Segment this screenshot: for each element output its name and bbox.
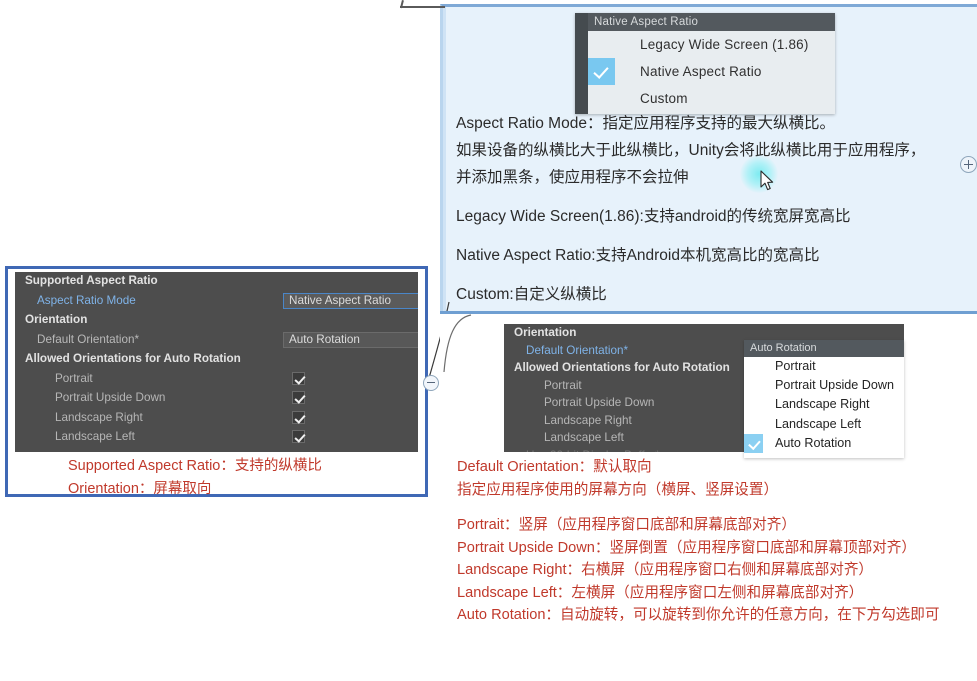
note-line: Landscape Left：左横屏（应用程序窗口左侧和屏幕底部对齐） xyxy=(457,584,864,601)
plus-circle-icon[interactable] xyxy=(960,156,977,173)
note-line: 如果设备的纵横比大于此纵横比，Unity会将此纵横比用于应用程序， xyxy=(456,142,926,159)
dropdown-item[interactable]: Portrait xyxy=(744,357,904,376)
dropdown-item-label: Auto Rotation xyxy=(775,435,852,450)
row-label: Use 32-bit Display Buffer* xyxy=(526,449,660,453)
row-label: Portrait xyxy=(55,371,93,385)
row-label: Allowed Orientations for Auto Rotation xyxy=(25,352,241,365)
row-label: Landscape Right xyxy=(544,413,632,427)
dropdown-item-label: Landscape Left xyxy=(775,416,862,431)
note-line: Custom:自定义纵横比 xyxy=(456,286,607,303)
inspector-row-supported-aspect-ratio: Supported Aspect Ratio xyxy=(15,272,418,292)
dropdown-item-label: Portrait xyxy=(775,359,816,373)
dropdown-item[interactable]: Legacy Wide Screen (1.86) xyxy=(588,31,835,58)
inspector-row-portrait[interactable]: Portrait xyxy=(15,370,418,390)
inspector-row-allowed-orientations: Allowed Orientations for Auto Rotation xyxy=(15,350,418,370)
window-chrome-line xyxy=(400,6,445,8)
inspector-row-portrait-upside-down[interactable]: Portrait Upside Down xyxy=(15,389,418,409)
row-label: Landscape Left xyxy=(55,430,135,443)
minus-circle-icon[interactable] xyxy=(423,375,439,391)
row-label: Landscape Right xyxy=(55,410,143,424)
dropdown-list[interactable]: Legacy Wide Screen (1.86) Native Aspect … xyxy=(588,31,835,114)
note-line: Portrait Upside Down：竖屏倒置（应用程序窗口底部和屏幕顶部对… xyxy=(457,539,916,556)
checkmark-icon xyxy=(588,58,615,85)
aspect-ratio-mode-dropdown[interactable]: Native Aspect Ratio Legacy Wide Screen (… xyxy=(575,13,835,114)
inspector-row-orientation: Orientation xyxy=(15,311,418,331)
dropdown-item[interactable]: Portrait Upside Down xyxy=(744,376,904,395)
note-line: Supported Aspect Ratio：支持的纵横比 xyxy=(68,458,322,474)
row-label: Orientation xyxy=(514,326,577,339)
row-label: Supported Aspect Ratio xyxy=(25,274,158,287)
note-spacer xyxy=(456,191,956,203)
row-label: Default Orientation* xyxy=(526,343,628,357)
panel-corner-curve xyxy=(443,314,472,373)
note-line: Portrait：竖屏（应用程序窗口底部和屏幕底部对齐） xyxy=(457,517,796,533)
note-line: Aspect Ratio Mode：指定应用程序支持的最大纵横比。 xyxy=(456,115,835,132)
note-spacer xyxy=(456,230,956,242)
portrait-checkbox[interactable] xyxy=(292,371,305,385)
panel-inner-edge xyxy=(443,7,446,311)
checkmark-icon xyxy=(744,433,764,453)
note-line: Native Aspect Ratio:支持Android本机宽高比的宽高比 xyxy=(456,247,820,264)
inspector-row-orientation: Orientation xyxy=(504,324,904,342)
dropdown-item-label: Custom xyxy=(640,91,688,106)
note-line: Landscape Right：右横屏（应用程序窗口右侧和屏幕底部对齐） xyxy=(457,562,874,578)
dropdown-item-label: Portrait Upside Down xyxy=(775,378,894,393)
landscape-left-checkbox[interactable] xyxy=(292,430,305,443)
aspect-ratio-mode-field[interactable]: Native Aspect Ratio xyxy=(283,292,418,309)
inspector-row-default-orientation[interactable]: Default Orientation* Auto Rotation xyxy=(15,331,418,351)
dropdown-title: Auto Rotation xyxy=(744,340,904,357)
row-label: Portrait Upside Down xyxy=(544,396,655,409)
dropdown-list[interactable]: Portrait Portrait Upside Down Landscape … xyxy=(744,357,904,458)
row-label: Portrait xyxy=(544,378,582,392)
row-label: Portrait Upside Down xyxy=(55,391,166,404)
row-label: Default Orientation* xyxy=(37,332,139,346)
left-annotation-text: Supported Aspect Ratio：支持的纵横比 Orientatio… xyxy=(68,455,322,501)
row-label: Landscape Left xyxy=(544,431,624,444)
dropdown-item-label: Native Aspect Ratio xyxy=(640,64,762,79)
default-orientation-field[interactable]: Auto Rotation xyxy=(283,331,418,348)
aspect-ratio-annotation-text: Aspect Ratio Mode：指定应用程序支持的最大纵横比。 如果设备的纵… xyxy=(456,110,956,308)
landscape-right-checkbox[interactable] xyxy=(292,410,305,424)
orientation-note-panel: Orientation Default Orientation* Allowed… xyxy=(440,311,977,681)
inspector-row-aspect-ratio-mode[interactable]: Aspect Ratio Mode Native Aspect Ratio xyxy=(15,292,418,312)
dropdown-item-selected[interactable]: Native Aspect Ratio xyxy=(588,58,835,85)
dropdown-item[interactable]: Landscape Left xyxy=(744,415,904,434)
dropdown-item[interactable]: Landscape Right xyxy=(744,395,904,414)
note-spacer xyxy=(457,501,962,514)
dropdown-item-label: Legacy Wide Screen (1.86) xyxy=(640,37,809,52)
dropdown-item-selected[interactable]: Auto Rotation xyxy=(744,433,904,453)
default-orientation-dropdown[interactable]: Auto Rotation Portrait Portrait Upside D… xyxy=(744,340,904,458)
note-line: Legacy Wide Screen(1.86):支持android的传统宽屏宽… xyxy=(456,208,851,225)
note-line: Auto Rotation：自动旋转，可以旋转到你允许的任意方向，在下方勾选即可 xyxy=(457,607,940,623)
inspector-row-landscape-left[interactable]: Landscape Left xyxy=(15,428,418,448)
portrait-upside-down-checkbox[interactable] xyxy=(292,391,305,404)
dropdown-item-label: Landscape Right xyxy=(775,397,870,412)
supported-aspect-ratio-note-panel: Supported Aspect Ratio Aspect Ratio Mode… xyxy=(5,266,428,497)
orientation-annotation-text: Default Orientation：默认取向 指定应用程序使用的屏幕方向（横… xyxy=(457,456,962,627)
note-line: Orientation：屏幕取向 xyxy=(68,481,212,497)
note-line: 并添加黑条，使应用程序不会拉伸 xyxy=(456,169,689,186)
row-label: Orientation xyxy=(25,313,88,326)
note-spacer xyxy=(456,269,956,281)
mouse-pointer-icon xyxy=(760,170,774,191)
dropdown-item[interactable]: Custom xyxy=(588,85,835,112)
row-label: Allowed Orientations for Auto Rotation xyxy=(514,361,730,374)
note-line: Default Orientation：默认取向 xyxy=(457,459,652,475)
unity-inspector-left[interactable]: Supported Aspect Ratio Aspect Ratio Mode… xyxy=(15,272,418,452)
note-line: 指定应用程序使用的屏幕方向（横屏、竖屏设置） xyxy=(457,481,779,498)
inspector-row-landscape-right[interactable]: Landscape Right xyxy=(15,409,418,429)
row-label: Aspect Ratio Mode xyxy=(37,293,136,307)
dropdown-title: Native Aspect Ratio xyxy=(588,13,835,31)
